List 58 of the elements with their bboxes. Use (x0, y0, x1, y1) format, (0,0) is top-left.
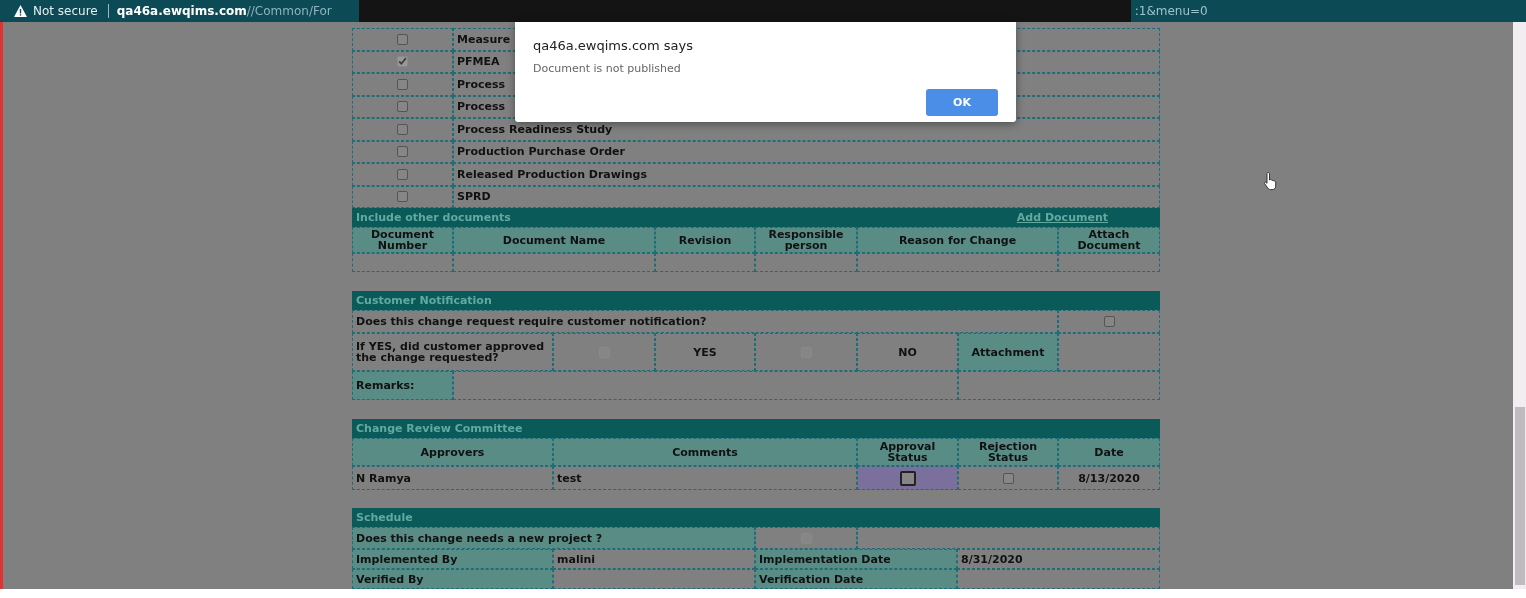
column-header: Revision (655, 227, 755, 253)
column-header: Document Name (453, 227, 655, 253)
section-title: Include other documents (356, 211, 511, 224)
date-cell: 8/13/2020 (1058, 466, 1160, 490)
field-value[interactable] (553, 569, 755, 589)
approver-cell: N Ramya (352, 466, 553, 490)
comment-cell: test (553, 466, 857, 490)
checkbox[interactable] (1002, 472, 1014, 484)
field-label: Verified By (352, 569, 553, 589)
checkbox[interactable] (397, 123, 408, 135)
checkbox[interactable] (1103, 316, 1115, 327)
column-header: Responsible person (755, 227, 857, 253)
column-header: Reason for Change (857, 227, 1058, 253)
field-value[interactable]: 8/31/2020 (957, 549, 1160, 569)
section-title: Schedule (356, 511, 413, 524)
column-header: Attach Document (1058, 227, 1160, 253)
field-label: Verification Date (755, 569, 957, 589)
checkmark-icon (398, 57, 407, 67)
field-value[interactable] (957, 569, 1160, 589)
address-bar[interactable]: qa46a.ewqims.com//Common/For (108, 4, 359, 18)
document-name: Released Production Drawings (453, 163, 1160, 186)
column-header: Comments (553, 438, 857, 466)
question-label: Does this change needs a new project ? (352, 527, 755, 549)
attachment-label: Attachment (958, 333, 1058, 371)
question-label: Does this change request require customer notification? (352, 310, 1058, 333)
checkbox[interactable] (397, 146, 408, 158)
option-label: NO (857, 333, 958, 371)
add-document-link[interactable]: Add Document (1016, 211, 1108, 224)
section-title: Change Review Committee (356, 422, 523, 435)
field-label: Implemented By (352, 549, 553, 569)
ok-button[interactable]: OK (926, 89, 998, 116)
checkbox[interactable] (397, 33, 408, 45)
checkbox[interactable] (397, 78, 408, 90)
document-name: SPRD (453, 185, 1160, 208)
security-label: Not secure (33, 4, 98, 18)
dialog-title: qa46a.ewqims.com says (533, 38, 694, 53)
remarks-field[interactable] (453, 371, 958, 400)
field-label: Implementation Date (755, 549, 957, 569)
column-header: Approvers (352, 438, 553, 466)
section-title: Customer Notification (356, 294, 492, 307)
column-header: Rejection Status (958, 438, 1058, 466)
question-label: If YES, did customer approved the change requested? (352, 333, 553, 371)
column-header: Approval Status (857, 438, 958, 466)
checkbox[interactable] (397, 168, 408, 180)
checkbox[interactable] (397, 191, 408, 203)
document-name: Production Purchase Order (453, 140, 1160, 163)
address-bar-end[interactable]: :1&menu=0 (1130, 4, 1208, 18)
field-value[interactable]: malini (553, 549, 755, 569)
dialog-message: Document is not published (533, 62, 681, 75)
column-header: Date (1058, 438, 1160, 466)
warning-icon (14, 5, 27, 17)
security-indicator[interactable]: Not secure (0, 4, 109, 18)
checkbox[interactable] (397, 101, 408, 113)
remarks-label: Remarks: (352, 371, 453, 400)
scrollbar[interactable] (1513, 22, 1526, 589)
column-header: Document Number (352, 227, 453, 253)
checkbox[interactable] (899, 470, 916, 486)
option-label: YES (655, 333, 755, 371)
